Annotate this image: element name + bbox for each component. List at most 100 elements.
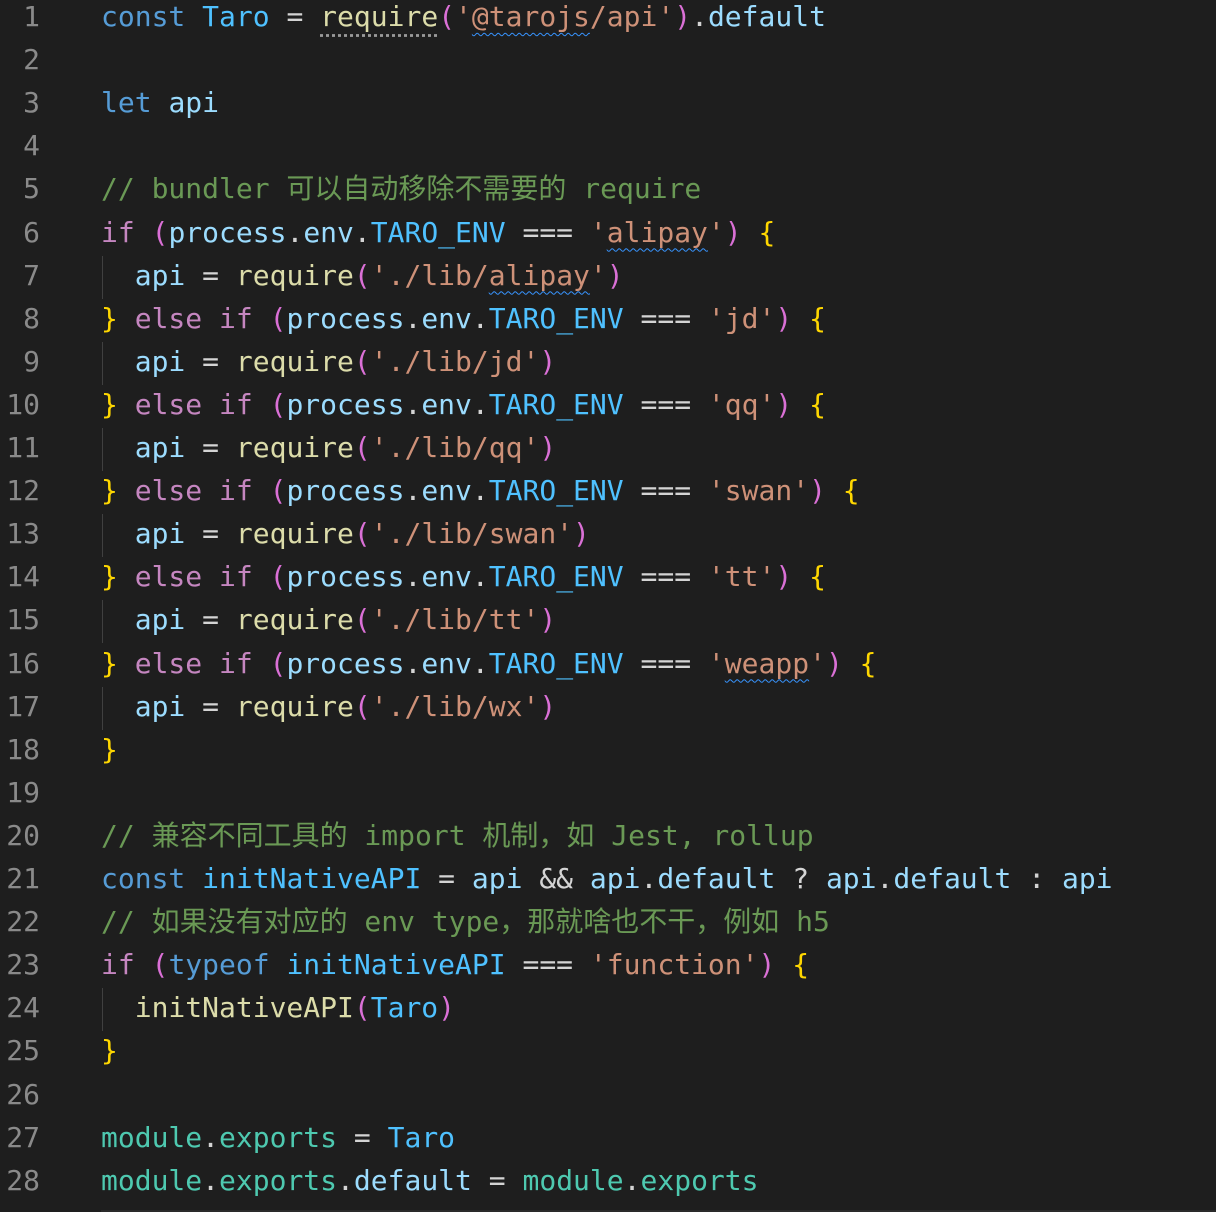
code-token: ( <box>353 991 371 1025</box>
code-line[interactable]: 9 api = require('./lib/jd') <box>0 341 1216 385</box>
code-text: } else if (process.env.TARO_ENV === 'swa… <box>101 471 860 511</box>
code-line[interactable]: 14} else if (process.env.TARO_ENV === 't… <box>0 557 1216 600</box>
code-text: } else if (process.env.TARO_ENV === 'jd'… <box>101 299 826 339</box>
line-number: 27 <box>6 1120 40 1154</box>
code-line[interactable]: 22 // 如果没有对应的 env type，那就啥也不干，例如 h5 <box>0 902 1216 945</box>
code-token: === <box>623 474 708 508</box>
code-text: // bundler 可以自动移除不需要的 require <box>101 169 701 209</box>
code-token: ) <box>674 0 692 33</box>
code-line[interactable]: 17 api = require('./lib/wx') <box>0 686 1216 730</box>
code-line[interactable]: 10 } else if (process.env.TARO_ENV === 'q… <box>0 385 1216 428</box>
code-line[interactable]: 3 let api <box>0 83 1216 126</box>
code-text: } <box>101 730 118 770</box>
code-token: // 兼容不同工具的 import 机制，如 Jest, rollup <box>101 818 814 852</box>
code-line[interactable]: 26 <box>0 1075 1216 1118</box>
code-line[interactable]: 7 api = require('./lib/alipay') <box>0 255 1216 299</box>
code-token: let <box>101 86 152 120</box>
code-line[interactable]: 23 if (typeof initNativeAPI === 'function… <box>0 945 1216 988</box>
code-line[interactable]: 11 api = require('./lib/qq') <box>0 428 1216 471</box>
code-line[interactable]: 25} <box>0 1031 1216 1074</box>
code-token: api <box>471 862 523 895</box>
code-line[interactable]: 28 module.exports.default = module.export… <box>0 1161 1216 1204</box>
code-token: . <box>202 1163 220 1197</box>
code-token: initNativeAPI <box>134 991 354 1025</box>
line-number: 9 <box>23 344 40 378</box>
code-token: . <box>471 301 489 335</box>
code-token: 'function' <box>589 948 759 982</box>
code-line[interactable]: 18} <box>0 730 1216 773</box>
code-token: weapp <box>724 646 810 680</box>
line-number: 13 <box>6 517 40 551</box>
code-line[interactable]: 8} else if (process.env.TARO_ENV === 'jd… <box>0 299 1216 342</box>
code-line[interactable]: 16} else if (process.env.TARO_ENV === 'w… <box>0 644 1216 687</box>
line-number: 10 <box>6 387 40 421</box>
code-token: env <box>421 646 472 680</box>
code-token: ( <box>353 431 371 464</box>
code-token: // 如果没有对应的 env type，那就啥也不干，例如 h5 <box>101 905 830 939</box>
code-token: Taro <box>370 991 439 1025</box>
code-line[interactable]: 24 initNativeAPI(Taro) <box>0 988 1216 1032</box>
code-editor[interactable]: 1 const Taro = require('@tarojs/api').def… <box>0 0 1216 1212</box>
code-line[interactable]: 1 const Taro = require('@tarojs/api').def… <box>0 0 1216 40</box>
code-token: ( <box>151 948 169 982</box>
code-token: ( <box>353 689 371 723</box>
code-token: require <box>235 603 354 637</box>
code-token: if <box>219 301 253 335</box>
code-text: } else if (process.env.TARO_ENV === 'qq'… <box>101 385 826 425</box>
code-line[interactable]: 2 <box>0 40 1216 83</box>
code-token: env <box>421 474 472 508</box>
code-token: api <box>168 86 220 120</box>
code-token: 'jd' <box>707 301 776 335</box>
code-token: api <box>134 689 186 723</box>
code-token: else <box>134 560 203 594</box>
code-token: @tarojs <box>471 0 590 33</box>
code-token: alipay <box>488 258 590 292</box>
code-line[interactable]: 15 api = require('./lib/tt') <box>0 600 1216 644</box>
code-token: = <box>337 1120 388 1154</box>
code-line[interactable]: 12} else if (process.env.TARO_ENV === 's… <box>0 471 1216 514</box>
code-token: 'qq' <box>707 387 776 421</box>
code-token: { <box>809 560 826 594</box>
code-token: 'swan' <box>707 474 810 508</box>
code-line[interactable]: 19 <box>0 773 1216 816</box>
code-token: './lib/tt' <box>370 603 540 637</box>
code-token: ( <box>151 215 169 249</box>
code-text: api = require('./lib/wx') <box>101 687 556 727</box>
code-line[interactable]: 4 <box>0 126 1216 169</box>
code-line[interactable]: 27 module.exports = Taro <box>0 1118 1216 1161</box>
code-token: ) <box>775 387 793 421</box>
code-text: const initNativeAPI = api && api.default… <box>101 859 1113 899</box>
code-text: } <box>101 1031 118 1071</box>
code-token: ( <box>353 344 371 378</box>
code-token: env <box>421 301 472 335</box>
code-text: module.exports.default = module.exports <box>101 1161 759 1201</box>
code-token: const <box>101 862 186 895</box>
code-token: else <box>134 646 203 680</box>
code-line[interactable]: 13 api = require('./lib/swan') <box>0 514 1216 558</box>
line-number: 18 <box>6 732 40 766</box>
code-line[interactable]: 21 const initNativeAPI = api && api.defau… <box>0 859 1216 902</box>
code-token: { <box>842 474 860 508</box>
code-token: } <box>101 387 118 421</box>
code-line[interactable]: 20 // 兼容不同工具的 import 机制，如 Jest, rollup <box>0 816 1216 859</box>
code-token: require <box>235 431 354 464</box>
code-line[interactable]: 5 // bundler 可以自动移除不需要的 require <box>0 169 1216 212</box>
code-token: api <box>134 517 186 551</box>
code-text: if (typeof initNativeAPI === 'function')… <box>101 945 809 985</box>
line-number: 4 <box>23 129 40 163</box>
code-token: initNativeAPI <box>286 948 506 982</box>
code-line[interactable]: 6 if (process.env.TARO_ENV === 'alipay') … <box>0 213 1216 256</box>
code-token: ' <box>589 215 607 249</box>
